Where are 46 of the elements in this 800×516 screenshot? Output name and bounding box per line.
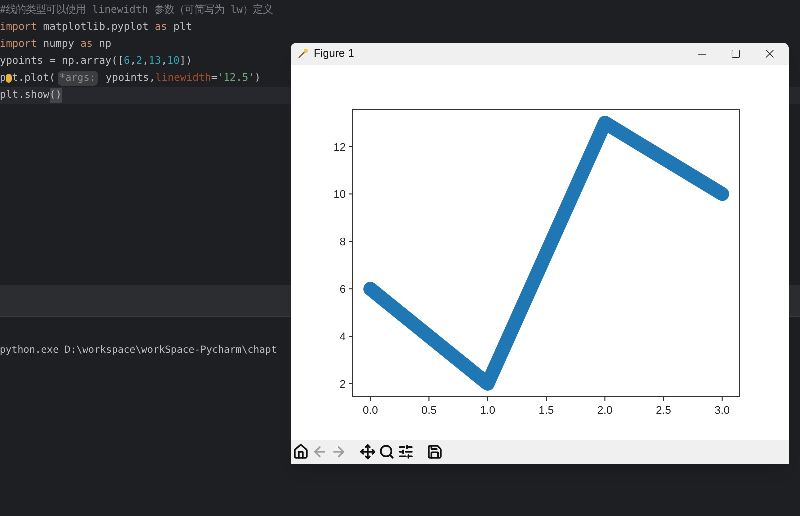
code-text: ]) [180, 54, 192, 69]
code-text: matplotlib.pyplot [42, 20, 150, 35]
x-tick-label: 0.0 [362, 405, 378, 417]
move-icon[interactable] [360, 444, 376, 460]
code-text: np [98, 37, 112, 52]
code-text: t.plot( [12, 71, 56, 86]
code-text: plt [172, 20, 192, 35]
x-tick-label: 3.0 [714, 405, 730, 417]
x-tick-label: 2.5 [656, 405, 672, 417]
save-icon[interactable] [427, 444, 443, 460]
y-tick-label: 6 [340, 284, 346, 296]
search-icon[interactable] [379, 444, 395, 460]
code-comment: #线的类型可以使用 linewidth 参数（可简写为 lw）定义 [0, 3, 273, 18]
code-keyword: as [80, 37, 94, 52]
code-text: = [211, 71, 218, 86]
y-tick-label: 2 [340, 378, 346, 391]
lightbulb-icon[interactable] [6, 74, 12, 83]
x-tick-label: 1.5 [538, 405, 554, 417]
code-brackets: () [50, 88, 62, 103]
maximize-icon[interactable] [731, 49, 741, 59]
code-keyword: import [0, 20, 38, 35]
y-tick-label: 12 [334, 142, 346, 154]
y-tick-label: 10 [334, 189, 346, 202]
code-text: ypoints = np.array([ [0, 54, 124, 69]
code-parameter: linewidth [156, 71, 212, 86]
inlay-hint: *args: [58, 71, 98, 86]
wand-icon [297, 48, 309, 60]
x-tick-label: 0.5 [422, 405, 437, 417]
code-keyword: import [0, 37, 38, 52]
code-text: ) [254, 71, 261, 86]
code-string: '12.5' [218, 71, 255, 86]
terminal-output: python.exe D:\workspace\workSpace-Pycharm\chapt [0, 344, 278, 358]
x-tick-label: 2.0 [598, 405, 613, 417]
sliders-icon[interactable] [398, 444, 414, 460]
window-title: Figure 1 [314, 46, 354, 62]
code-text: p [0, 71, 6, 86]
code-text: plt.show [0, 88, 50, 103]
code-text: numpy [42, 37, 76, 52]
home-icon[interactable] [293, 444, 309, 460]
y-tick-label: 4 [340, 332, 346, 344]
code-number-list: 6,2,13,10 [124, 54, 180, 69]
close-icon[interactable] [763, 47, 777, 61]
y-tick-label: 8 [340, 236, 346, 249]
x-tick-label: 1.0 [480, 405, 496, 417]
code-text: ypoints, [104, 71, 156, 86]
code-keyword: as [155, 20, 168, 35]
